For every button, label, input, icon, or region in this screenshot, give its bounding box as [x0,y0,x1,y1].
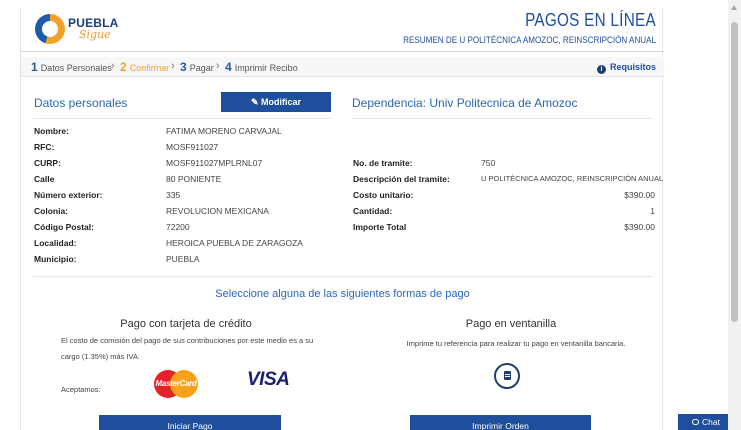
chevron-right-icon: › [111,60,115,72]
data-row-descripcion: Descripción del tramite: U POLITÉCNICA AM… [353,174,664,184]
personal-data-title: Datos personales [34,96,128,110]
visa-logo: VISA [247,369,290,390]
step-pagar[interactable]: 3 Pagar [180,60,214,74]
data-row-curp: CURP: MOSF911027MPLRNL07 [34,158,263,168]
divider [33,118,331,119]
data-row-nombre: Nombre: FATIMA MORENO CARVAJAL [34,126,282,136]
page: PUEBLA Sigue PAGOS EN LÍNEA RESUMEN DE U… [0,0,741,430]
data-row-no-tramite: No. de tramite: 750 [353,158,496,168]
card-payment-title: Pago con tarjeta de crédito [120,318,252,330]
data-row-calle: Calle 80 PONIENTE [34,174,222,184]
data-row-codigo-postal: Código Postal: 72200 [34,222,190,232]
chevron-right-icon: › [171,60,175,72]
requisitos-link[interactable]: i Requisitos [596,62,656,74]
page-scrollbar[interactable] [728,0,741,430]
page-title: PAGOS EN LÍNEA [525,10,656,30]
step-confirmar[interactable]: 2 Confirmar [120,60,169,74]
steps-breadcrumb: 1 Datos Personales › 2 Confirmar › 3 Pagar … [21,57,664,77]
modify-button[interactable]: ✎ Modificar [221,92,331,112]
chat-button[interactable]: Chat [678,414,734,430]
card-payment-text: El costo de comisión del pago de sus con… [61,336,314,361]
step-datos-personales[interactable]: 1 Datos Personales [31,60,112,74]
info-icon: i [596,65,606,74]
window-payment-title: Pago en ventanilla [465,318,557,330]
accept-label: Aceptamos: [61,385,101,394]
data-row-importe-total: Importe Total $390.00 [353,222,655,232]
data-row-municipio: Municipio: PUEBLA [34,254,200,264]
data-row-localidad: Localidad: HEROICA PUEBLA DE ZARAGOZA [34,238,303,248]
data-row-rfc: RFC: MOSF911027 [34,142,219,152]
data-row-costo-unitario: Costo unitario: $390.00 [353,190,655,200]
payment-methods-title: Seleccione alguna de las siguientes form… [215,288,470,300]
mastercard-logo: MasterCard [154,370,198,398]
document-icon [494,363,520,389]
divider [351,118,653,119]
print-order-button[interactable]: Imprimir Orden [410,415,591,430]
page-subtitle: RESUMEN DE U POLITÉCNICA AMOZOC, REINSCR… [403,35,656,45]
data-row-cantidad: Cantidad: 1 [353,206,655,216]
window-payment-text: Imprime tu referencia para realizar tu p… [406,339,626,348]
main-container: PUEBLA Sigue PAGOS EN LÍNEA RESUMEN DE U… [20,8,664,430]
dependencia-title: Dependencia: Univ Politecnica de Amozoc [352,96,578,110]
header: PUEBLA Sigue PAGOS EN LÍNEA RESUMEN DE U… [21,8,664,52]
chat-bubble-icon [692,419,700,425]
start-payment-button[interactable]: Iniciar Pago [99,415,281,430]
step-imprimir-recibo[interactable]: 4 Imprimir Recibo [225,60,298,74]
data-row-colonia: Colonia: REVOLUCION MEXICANA [34,206,269,216]
logo-ring-icon [35,14,65,44]
puebla-logo[interactable]: PUEBLA Sigue [35,13,125,47]
scroll-thumb[interactable] [731,22,738,322]
logo-subtext: Sigue [79,28,111,41]
chevron-right-icon: › [216,60,220,72]
data-row-numero-exterior: Número exterior: 335 [34,190,181,200]
scroll-up-icon[interactable] [731,5,737,10]
divider [33,276,653,277]
pencil-icon: ✎ [250,97,262,107]
